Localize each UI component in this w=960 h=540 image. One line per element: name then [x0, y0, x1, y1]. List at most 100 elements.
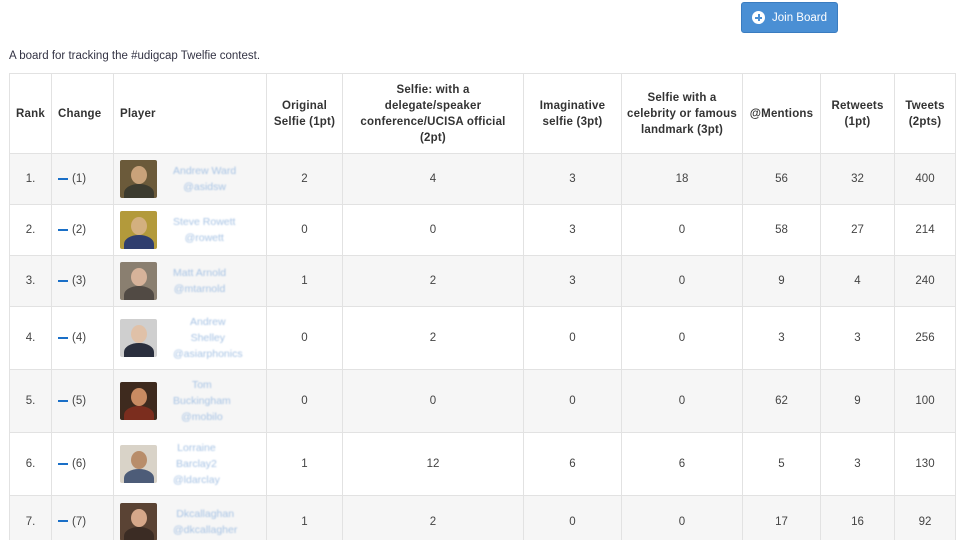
no-change-dash-icon	[58, 228, 68, 231]
player-name-link[interactable]: Andrew Ward @asidsw	[173, 163, 236, 195]
tweets-cell: 240	[894, 255, 956, 307]
celebrity-selfie-cell: 18	[621, 153, 743, 205]
mentions-cell: 17	[742, 495, 821, 540]
column-header-imaginative-selfie[interactable]: Imaginative selfie (3pt)	[523, 73, 622, 154]
retweets-cell: 27	[820, 204, 895, 256]
column-header-change[interactable]: Change	[51, 73, 114, 154]
original-selfie-cell: 1	[266, 495, 343, 540]
column-header-player[interactable]: Player	[113, 73, 267, 154]
player-cell: Dkcallaghan @dkcallagher	[113, 495, 267, 540]
column-header-original-selfie[interactable]: Original Selfie (1pt)	[266, 73, 343, 154]
join-board-label: Join Board	[772, 11, 827, 24]
change-cell: (1)	[51, 153, 114, 205]
delegate-selfie-cell: 0	[342, 369, 524, 433]
original-selfie-cell: 1	[266, 255, 343, 307]
change-value: (3)	[72, 275, 87, 287]
mentions-cell: 3	[742, 306, 821, 370]
avatar[interactable]	[120, 382, 157, 420]
original-selfie-cell: 0	[266, 306, 343, 370]
avatar[interactable]	[120, 211, 157, 249]
rank-cell: 7.	[9, 495, 52, 540]
column-header-mentions[interactable]: @Mentions	[742, 73, 821, 154]
avatar[interactable]	[120, 319, 157, 357]
change-cell: (3)	[51, 255, 114, 307]
no-change-dash-icon	[58, 462, 68, 465]
change-cell: (4)	[51, 306, 114, 370]
table-row: 5. (5) Tom Buckingham @mobilo 0 0 0 0 62 9 100	[9, 369, 956, 433]
no-change-dash-icon	[58, 399, 68, 402]
player-cell: Steve Rowett @rowett	[113, 204, 267, 256]
celebrity-selfie-cell: 0	[621, 495, 743, 540]
change-cell: (7)	[51, 495, 114, 540]
original-selfie-cell: 0	[266, 204, 343, 256]
table-row: 6. (6) Lorraine Barclay2 @ldarclay 1 12 6 6 5 3 1…	[9, 432, 956, 496]
avatar[interactable]	[120, 445, 157, 483]
tweets-cell: 100	[894, 369, 956, 433]
change-cell: (5)	[51, 369, 114, 433]
delegate-selfie-cell: 12	[342, 432, 524, 496]
player-name-link[interactable]: Andrew Shelley @asiarphonics	[173, 314, 243, 362]
delegate-selfie-cell: 0	[342, 204, 524, 256]
change-value: (2)	[72, 224, 87, 236]
avatar[interactable]	[120, 160, 157, 198]
delegate-selfie-cell: 2	[342, 495, 524, 540]
tweets-cell: 214	[894, 204, 956, 256]
no-change-dash-icon	[58, 177, 68, 180]
table-row: 7. (7) Dkcallaghan @dkcallagher 1 2 0 0 17 16 92	[9, 495, 956, 540]
leaderboard-body: 1. (1) Andrew Ward @asidsw 2 4 3 18 56 32 400 2. (2…	[9, 153, 956, 540]
avatar[interactable]	[120, 502, 157, 540]
imaginative-selfie-cell: 3	[523, 255, 622, 307]
retweets-cell: 4	[820, 255, 895, 307]
plus-circle-icon	[752, 11, 765, 24]
mentions-cell: 5	[742, 432, 821, 496]
column-header-tweets[interactable]: Tweets (2pts)	[894, 73, 956, 154]
delegate-selfie-cell: 4	[342, 153, 524, 205]
original-selfie-cell: 1	[266, 432, 343, 496]
rank-cell: 4.	[9, 306, 52, 370]
mentions-cell: 58	[742, 204, 821, 256]
column-header-rank[interactable]: Rank	[9, 73, 52, 154]
column-header-celebrity-selfie[interactable]: Selfie with a celebrity or famous landma…	[621, 73, 743, 154]
change-cell: (2)	[51, 204, 114, 256]
retweets-cell: 9	[820, 369, 895, 433]
imaginative-selfie-cell: 0	[523, 369, 622, 433]
join-board-button[interactable]: Join Board	[741, 2, 838, 33]
table-row: 1. (1) Andrew Ward @asidsw 2 4 3 18 56 32 400	[9, 153, 956, 205]
delegate-selfie-cell: 2	[342, 306, 524, 370]
table-row: 2. (2) Steve Rowett @rowett 0 0 3 0 58 27 214	[9, 204, 956, 256]
change-value: (6)	[72, 458, 87, 470]
original-selfie-cell: 2	[266, 153, 343, 205]
retweets-cell: 16	[820, 495, 895, 540]
player-cell: Lorraine Barclay2 @ldarclay	[113, 432, 267, 496]
celebrity-selfie-cell: 0	[621, 306, 743, 370]
rank-cell: 3.	[9, 255, 52, 307]
celebrity-selfie-cell: 6	[621, 432, 743, 496]
rank-cell: 5.	[9, 369, 52, 433]
player-name-link[interactable]: Dkcallaghan @dkcallagher	[173, 506, 237, 538]
celebrity-selfie-cell: 0	[621, 369, 743, 433]
player-name-link[interactable]: Lorraine Barclay2 @ldarclay	[173, 440, 220, 488]
tweets-cell: 92	[894, 495, 956, 540]
rank-cell: 2.	[9, 204, 52, 256]
change-cell: (6)	[51, 432, 114, 496]
original-selfie-cell: 0	[266, 369, 343, 433]
player-name-link[interactable]: Steve Rowett @rowett	[173, 214, 235, 246]
player-name-link[interactable]: Tom Buckingham @mobilo	[173, 377, 231, 425]
tweets-cell: 400	[894, 153, 956, 205]
no-change-dash-icon	[58, 336, 68, 339]
no-change-dash-icon	[58, 279, 68, 282]
tweets-cell: 130	[894, 432, 956, 496]
imaginative-selfie-cell: 0	[523, 495, 622, 540]
column-header-delegate-selfie[interactable]: Selfie: with a delegate/speaker conferen…	[342, 73, 524, 154]
leaderboard-table: Rank Change Player Original Selfie (1pt)…	[9, 73, 956, 540]
column-header-retweets[interactable]: Retweets (1pt)	[820, 73, 895, 154]
change-value: (4)	[72, 332, 87, 344]
player-name-link[interactable]: Matt Arnold @mtarnold	[173, 265, 226, 297]
no-change-dash-icon	[58, 520, 68, 523]
change-value: (1)	[72, 173, 87, 185]
change-value: (7)	[72, 515, 87, 528]
retweets-cell: 32	[820, 153, 895, 205]
celebrity-selfie-cell: 0	[621, 255, 743, 307]
avatar[interactable]	[120, 262, 157, 300]
celebrity-selfie-cell: 0	[621, 204, 743, 256]
